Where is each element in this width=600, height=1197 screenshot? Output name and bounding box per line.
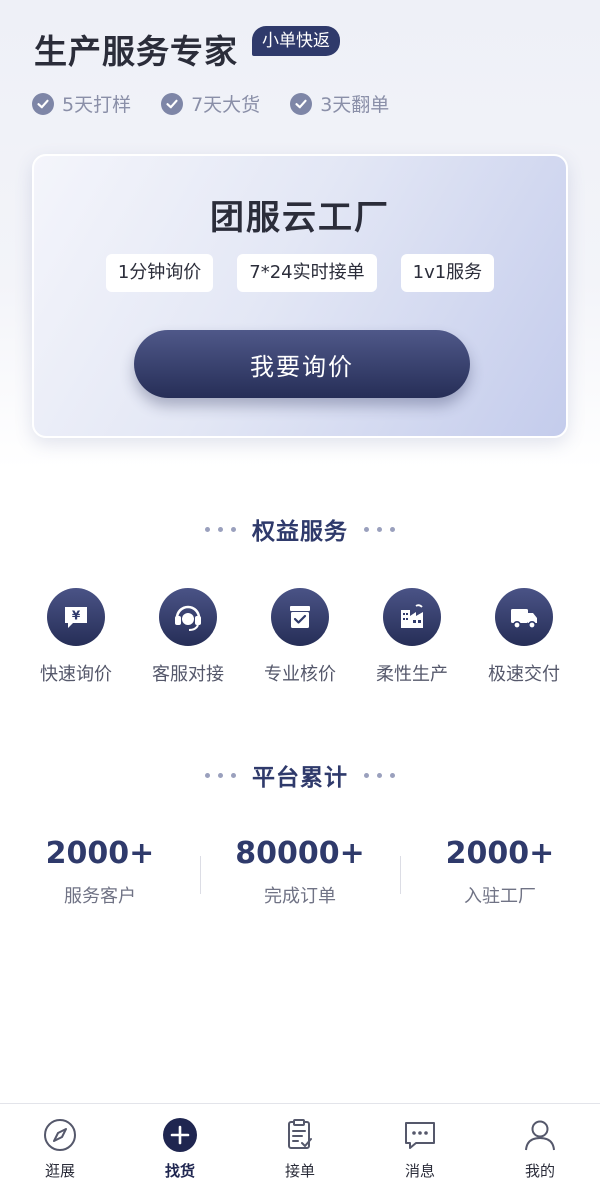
yuan-chat-icon: ¥ [47, 588, 105, 646]
truck-icon [495, 588, 553, 646]
hero-tag: 7*24实时接单 [237, 254, 377, 292]
service-fast-delivery[interactable]: 极速交付 [468, 588, 580, 686]
tab-orders[interactable]: 接单 [240, 1104, 360, 1197]
home-page: 生产服务专家 小单快返 5天打样 7天大货 3天翻单 团服云工厂 1分钟询价 7… [0, 0, 600, 1197]
stat-customers: 2000+ 服务客户 [0, 834, 200, 908]
hero-card: 团服云工厂 1分钟询价 7*24实时接单 1v1服务 我要询价 [32, 154, 568, 438]
service-label: 柔性生产 [376, 664, 448, 685]
factory-icon [383, 588, 441, 646]
hero-tags: 1分钟询价 7*24实时接单 1v1服务 [34, 254, 566, 292]
feature-label: 5天打样 [62, 94, 132, 116]
user-icon [521, 1116, 559, 1154]
stat-factories: 2000+ 入驻工厂 [400, 834, 600, 908]
hero-tag: 1分钟询价 [105, 254, 214, 292]
tab-exhibition[interactable]: 逛展 [0, 1104, 120, 1197]
tab-label: 找货 [164, 1162, 195, 1180]
feature-item: 3天翻单 [290, 90, 389, 117]
service-customer-support[interactable]: 客服对接 [132, 588, 244, 686]
page-title: 生产服务专家 [34, 32, 238, 71]
stat-orders: 80000+ 完成订单 [200, 834, 400, 908]
service-label: 快速询价 [40, 664, 112, 685]
feature-label: 3天翻单 [320, 94, 390, 116]
check-circle-icon [290, 92, 313, 115]
tab-label: 逛展 [44, 1162, 75, 1180]
service-pricing[interactable]: 专业核价 [244, 588, 356, 686]
stat-value: 2000+ [445, 836, 555, 871]
dots-decoration [364, 772, 395, 778]
plus-circle-icon [161, 1116, 199, 1154]
bottom-tab-bar: 逛展 找货 接单 消息 我的 [0, 1103, 600, 1197]
hero-title: 团服云工厂 [210, 198, 390, 238]
benefits-section-title: 权益服务 [0, 512, 600, 546]
stat-label: 完成订单 [264, 886, 336, 907]
stats-row: 2000+ 服务客户 80000+ 完成订单 2000+ 入驻工厂 [0, 834, 600, 908]
service-label: 客服对接 [152, 664, 224, 685]
feature-label: 7天大货 [191, 94, 261, 116]
service-quick-inquiry[interactable]: ¥ 快速询价 [20, 588, 132, 686]
stat-label: 服务客户 [64, 886, 136, 907]
check-circle-icon [161, 92, 184, 115]
check-circle-icon [32, 92, 54, 115]
inquiry-button[interactable]: 我要询价 [134, 330, 470, 398]
stats-section-title: 平台累计 [0, 758, 600, 792]
promo-badge: 小单快返 [252, 26, 340, 56]
svg-text:¥: ¥ [72, 609, 81, 623]
dots-decoration [205, 772, 236, 778]
headline: 生产服务专家 小单快返 [34, 26, 340, 74]
tab-label: 消息 [404, 1162, 435, 1180]
checklist-icon [271, 588, 329, 646]
benefits-grid: ¥ 快速询价 客服对接 专业核价 柔性生产 极速交付 [20, 588, 580, 686]
service-label: 极速交付 [488, 664, 560, 685]
section-label: 平台累计 [252, 765, 348, 791]
dots-decoration [205, 526, 236, 532]
tab-messages[interactable]: 消息 [360, 1104, 480, 1197]
service-flexible-production[interactable]: 柔性生产 [356, 588, 468, 686]
clipboard-icon [281, 1116, 319, 1154]
stat-label: 入驻工厂 [464, 886, 536, 907]
tab-label: 接单 [284, 1162, 315, 1180]
stat-value: 80000+ [235, 836, 365, 871]
tab-label: 我的 [524, 1162, 555, 1180]
dots-decoration [364, 526, 395, 532]
tab-profile[interactable]: 我的 [480, 1104, 600, 1197]
feature-item: 7天大货 [161, 90, 260, 117]
headset-icon [159, 588, 217, 646]
feature-list: 5天打样 7天大货 3天翻单 [32, 90, 389, 117]
compass-icon [41, 1116, 79, 1154]
tab-find-goods[interactable]: 找货 [120, 1104, 240, 1197]
stat-value: 2000+ [45, 836, 155, 871]
section-label: 权益服务 [252, 519, 348, 545]
message-icon [401, 1116, 439, 1154]
feature-item: 5天打样 [32, 90, 131, 117]
service-label: 专业核价 [264, 664, 336, 685]
hero-tag: 1v1服务 [400, 254, 495, 292]
